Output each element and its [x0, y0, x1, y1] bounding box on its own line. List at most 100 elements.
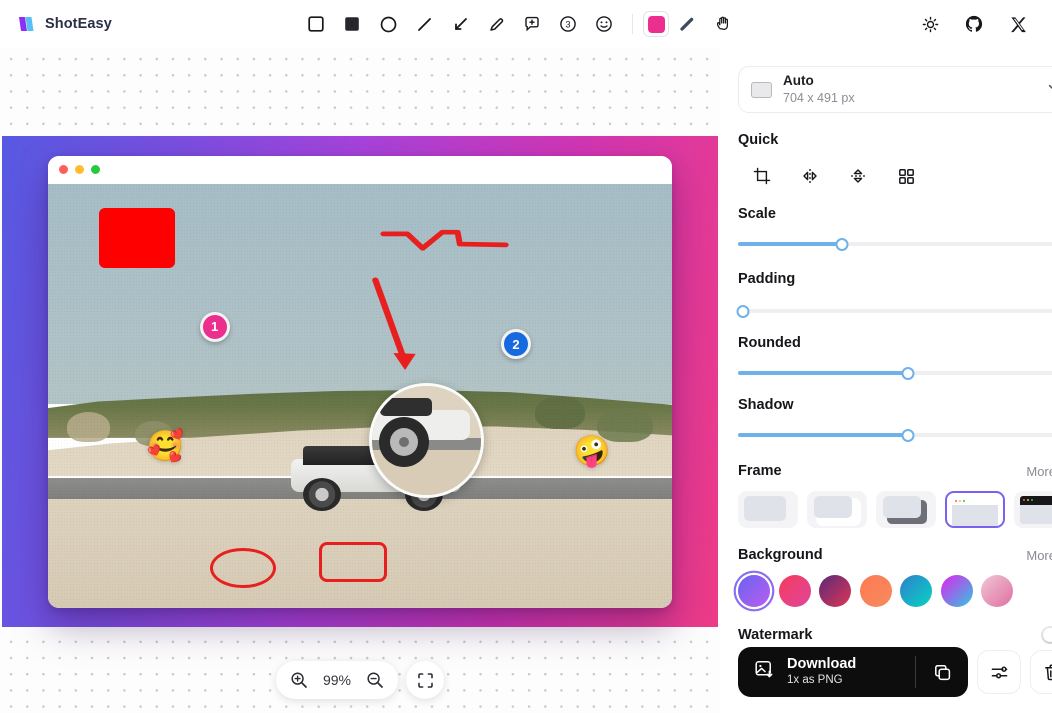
- svg-text:3: 3: [565, 19, 570, 29]
- background-section-title: Background: [738, 547, 823, 563]
- car-wheel-rear: [303, 478, 341, 511]
- tool-ellipse[interactable]: [370, 7, 406, 41]
- tool-emoji[interactable]: [586, 7, 622, 41]
- zoom-level-value: 99%: [316, 672, 358, 688]
- canvas-size-selector[interactable]: Auto 704 x 491 px: [738, 66, 1052, 113]
- frame-thumb-shape: [744, 496, 786, 521]
- flip-vertical-icon[interactable]: [834, 161, 882, 191]
- frame-shadow-light[interactable]: [807, 491, 867, 528]
- rounded-knob[interactable]: [901, 367, 914, 380]
- download-button[interactable]: Download 1x as PNG: [738, 647, 968, 697]
- brand-name: ShotEasy: [45, 16, 112, 32]
- frame-options: [738, 491, 1052, 528]
- bg-swatch-magenta-cyan[interactable]: [941, 575, 973, 607]
- annotation-badge-1[interactable]: 1: [200, 312, 230, 342]
- rounded-slider[interactable]: [738, 364, 1052, 382]
- bg-swatch-purple-crimson[interactable]: [819, 575, 851, 607]
- padding-slider[interactable]: [738, 302, 1052, 320]
- zoom-out-icon[interactable]: [360, 665, 390, 695]
- background-swatches: [738, 575, 1052, 607]
- padding-label: Padding: [738, 271, 795, 287]
- grid-icon[interactable]: [882, 161, 930, 191]
- annotation-squiggle[interactable]: [379, 222, 510, 256]
- bg-swatch-teal-cyan[interactable]: [900, 575, 932, 607]
- github-link[interactable]: [956, 7, 992, 41]
- frame-thumb-shape: [883, 496, 921, 518]
- shadow-label: Shadow: [738, 397, 1052, 413]
- background-header: Background More: [738, 547, 1052, 563]
- annotation-arrow[interactable]: [369, 275, 422, 377]
- annotation-emoji-zany[interactable]: 🤪: [573, 437, 610, 467]
- editor-canvas[interactable]: 1 2: [0, 48, 720, 713]
- frame-shadow-dark[interactable]: [876, 491, 936, 528]
- bg-swatch-pink-rose[interactable]: [981, 575, 1013, 607]
- frame-section-title: Frame: [738, 463, 782, 479]
- frame-macos-dark[interactable]: [1014, 491, 1052, 528]
- rounded-fill: [738, 371, 908, 376]
- padding-knob[interactable]: [737, 305, 750, 318]
- frame-more-button[interactable]: More: [1026, 463, 1052, 479]
- scale-fill: [738, 242, 842, 247]
- app-root: ShotEasy: [0, 0, 1052, 713]
- tool-arrow[interactable]: [442, 7, 478, 41]
- tool-number-badge[interactable]: 3: [550, 7, 586, 41]
- crop-icon[interactable]: [738, 161, 786, 191]
- theme-toggle-button[interactable]: [912, 7, 948, 41]
- settings-panel: Auto 704 x 491 px Quick: [720, 48, 1052, 713]
- tool-pencil[interactable]: [478, 7, 514, 41]
- tool-line[interactable]: [406, 7, 442, 41]
- settings-button[interactable]: [977, 650, 1021, 694]
- bg-swatch-violet-purple[interactable]: [738, 575, 770, 607]
- x-twitter-link[interactable]: [1000, 7, 1036, 41]
- rounded-label: Rounded: [738, 335, 1052, 351]
- tool-pan-hand[interactable]: [705, 7, 741, 41]
- frame-header: Frame More: [738, 463, 1052, 479]
- canvas-stage-background: 1 2: [2, 136, 718, 627]
- annotation-ellipse[interactable]: [210, 548, 276, 588]
- scale-slider[interactable]: [738, 235, 1052, 253]
- frame-thumb-shape: [814, 496, 852, 518]
- zoom-in-icon[interactable]: [284, 665, 314, 695]
- main-area: 1 2: [0, 48, 1052, 713]
- shadow-slider[interactable]: [738, 426, 1052, 444]
- scale-label: Scale: [738, 206, 1052, 222]
- annotation-magnifier[interactable]: [369, 383, 484, 498]
- fit-to-screen-icon[interactable]: [406, 661, 444, 699]
- padding-track: [738, 309, 1052, 314]
- top-right-actions: [912, 7, 1036, 41]
- watermark-toggle[interactable]: [1041, 626, 1052, 644]
- annotation-emoji-smiling-hearts[interactable]: 🥰: [147, 432, 184, 462]
- traffic-light-minimize: [75, 165, 84, 174]
- flip-horizontal-icon[interactable]: [786, 161, 834, 191]
- stroke-color-swatch[interactable]: [643, 11, 669, 37]
- annotation-badge-2-label: 2: [512, 337, 519, 352]
- tool-magnifier[interactable]: [514, 7, 550, 41]
- tool-pen-stroke[interactable]: [669, 7, 705, 41]
- download-main[interactable]: Download 1x as PNG: [738, 656, 915, 688]
- toolbar-divider: [632, 14, 633, 34]
- annotation-filled-rect[interactable]: [99, 208, 175, 268]
- watermark-row: Watermark: [738, 626, 1052, 644]
- zoom-pill: 99%: [276, 661, 398, 699]
- frame-macos-light[interactable]: [945, 491, 1005, 528]
- chevron-down-icon: [1046, 80, 1052, 100]
- download-subtitle: 1x as PNG: [787, 673, 856, 688]
- tool-rectangle[interactable]: [298, 7, 334, 41]
- scale-knob[interactable]: [836, 238, 849, 251]
- delete-button[interactable]: [1030, 650, 1052, 694]
- brand[interactable]: ShotEasy: [0, 15, 112, 34]
- annotation-rect-outline[interactable]: [319, 542, 386, 582]
- top-toolbar: ShotEasy: [0, 0, 1052, 48]
- bg-swatch-orange-coral[interactable]: [860, 575, 892, 607]
- panel-footer: Download 1x as PNG: [738, 647, 1052, 697]
- tool-filled-rectangle[interactable]: [334, 7, 370, 41]
- bg-swatch-pink-red[interactable]: [779, 575, 811, 607]
- frame-plain[interactable]: [738, 491, 798, 528]
- zoom-controls: 99%: [276, 661, 444, 699]
- background-more-button[interactable]: More: [1026, 547, 1052, 563]
- shoteasy-logo-icon: [17, 15, 36, 34]
- image-download-icon: [754, 659, 775, 685]
- copy-icon[interactable]: [916, 663, 968, 682]
- shadow-knob[interactable]: [901, 429, 914, 442]
- canvas-size-icon: [751, 82, 772, 98]
